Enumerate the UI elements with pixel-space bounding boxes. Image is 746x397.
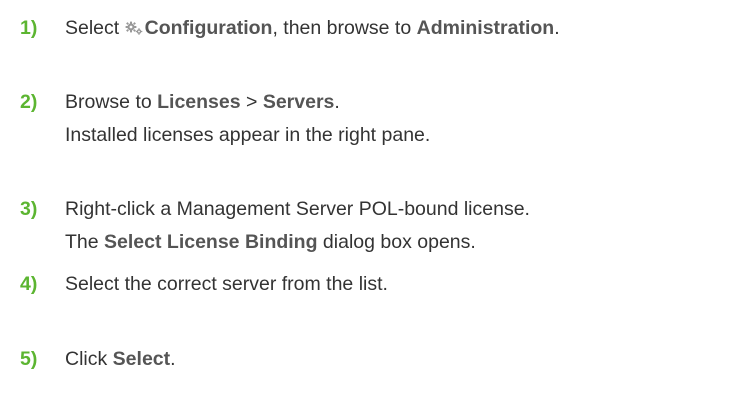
step-line: Select Configuration, then browse to Adm…: [65, 12, 740, 45]
step-text: Browse to Licenses > Servers. Installed …: [65, 86, 740, 152]
step-number: 2): [20, 91, 38, 113]
step-number: 5): [20, 348, 38, 370]
step-result-line: The Select License Binding dialog box op…: [65, 231, 476, 253]
ui-term-select: Select: [112, 348, 171, 370]
step-text: Right-click a Management Server POL-boun…: [65, 193, 740, 259]
step-text: Click Select.: [65, 343, 740, 376]
step-line: Select the correct server from the list.: [65, 273, 388, 295]
ui-term-administration: Administration: [416, 17, 555, 39]
ui-term-configuration: Configuration: [144, 17, 273, 39]
step-line: Browse to Licenses > Servers.: [65, 91, 340, 113]
step-number: 3): [20, 198, 38, 220]
step-text: Select Configuration, then browse to Adm…: [65, 12, 740, 45]
step-result-line: Installed licenses appear in the right p…: [65, 124, 431, 146]
step-text: Select the correct server from the list.: [65, 268, 740, 301]
ui-term-servers: Servers: [262, 91, 335, 113]
step-number: 1): [20, 17, 38, 39]
step-number: 4): [20, 273, 38, 295]
ui-term-licenses: Licenses: [157, 91, 241, 113]
ui-term-select-license-binding: Select License Binding: [104, 231, 318, 253]
step-line: Right-click a Management Server POL-boun…: [65, 198, 530, 220]
step-line: Click Select.: [65, 348, 176, 370]
gear-icon: [125, 13, 143, 35]
